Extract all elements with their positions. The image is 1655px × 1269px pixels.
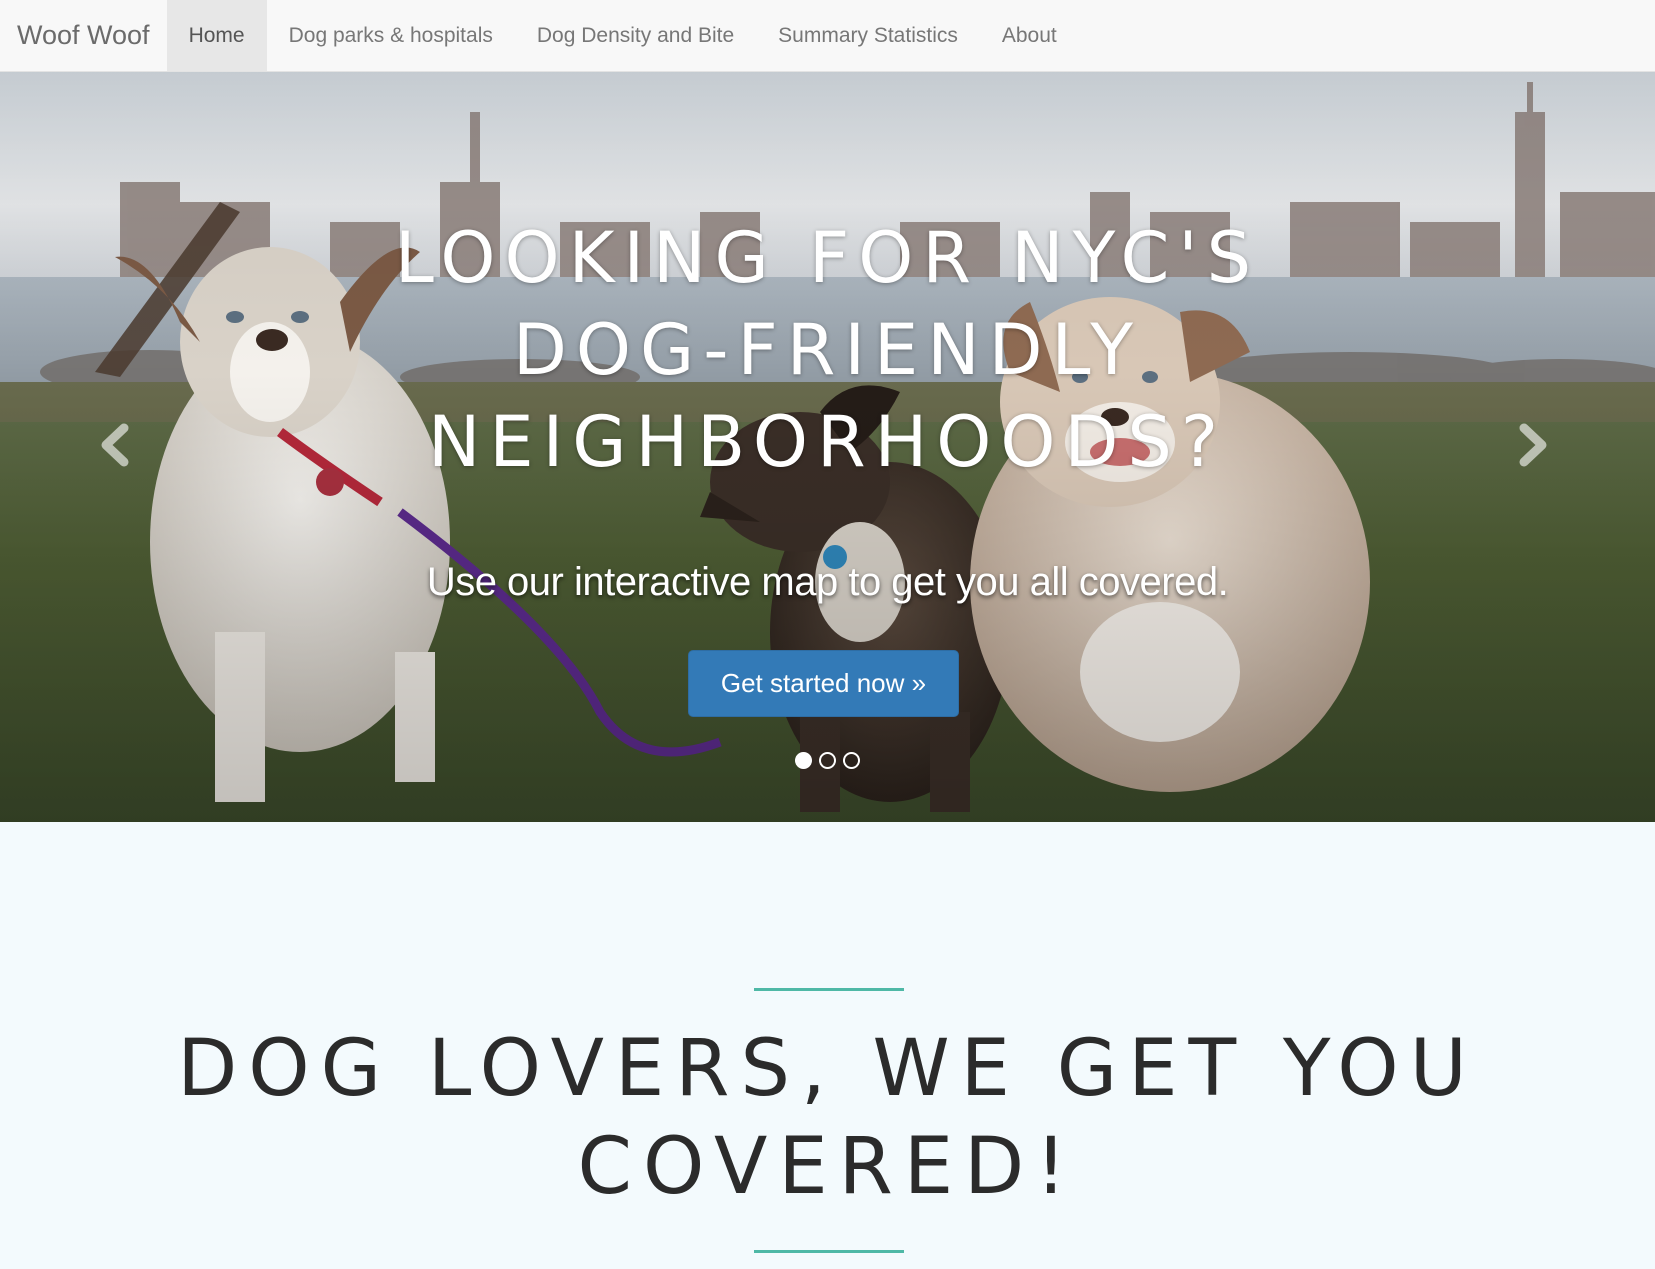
hero-title: LOOKING FOR NYC'S DOG-FRIENDLY NEIGHBORH… (0, 212, 1655, 488)
nav-item-summary-statistics[interactable]: Summary Statistics (756, 0, 980, 71)
carousel-indicator-1[interactable] (795, 752, 812, 769)
chevron-left-icon (101, 423, 129, 467)
nav-item-dog-density-bite[interactable]: Dog Density and Bite (515, 0, 756, 71)
hero-title-line: NEIGHBORHOODS? (428, 401, 1227, 483)
section-heading: DOG LOVERS, WE GET YOU COVERED! (0, 1020, 1655, 1216)
top-navbar: Woof Woof Home Dog parks & hospitals Dog… (0, 0, 1655, 72)
nav-item-dog-parks-hospitals[interactable]: Dog parks & hospitals (267, 0, 515, 71)
nav-item-about[interactable]: About (980, 0, 1079, 71)
nav-menu: Home Dog parks & hospitals Dog Density a… (166, 0, 1079, 71)
carousel-next-control[interactable] (1506, 420, 1556, 470)
section-heading-line: DOG LOVERS, WE GET YOU (177, 1024, 1478, 1114)
carousel-indicator-3[interactable] (843, 752, 860, 769)
intro-section: DOG LOVERS, WE GET YOU COVERED! (0, 822, 1655, 1269)
carousel-prev-control[interactable] (92, 420, 142, 470)
nav-item-home[interactable]: Home (166, 0, 267, 71)
carousel-indicator-2[interactable] (819, 752, 836, 769)
section-heading-line: COVERED! (577, 1122, 1078, 1212)
carousel-indicators (0, 752, 1655, 769)
section-divider-top (754, 988, 904, 991)
chevron-right-icon (1519, 423, 1547, 467)
hero-title-line: LOOKING FOR NYC'S (394, 217, 1261, 299)
hero-title-line: DOG-FRIENDLY (512, 309, 1142, 391)
hero-subtitle: Use our interactive map to get you all c… (426, 560, 1229, 604)
section-divider-bottom (754, 1250, 904, 1253)
hero-carousel: LOOKING FOR NYC'S DOG-FRIENDLY NEIGHBORH… (0, 72, 1655, 822)
brand-logo-link[interactable]: Woof Woof (0, 0, 167, 71)
get-started-button[interactable]: Get started now » (688, 650, 959, 717)
